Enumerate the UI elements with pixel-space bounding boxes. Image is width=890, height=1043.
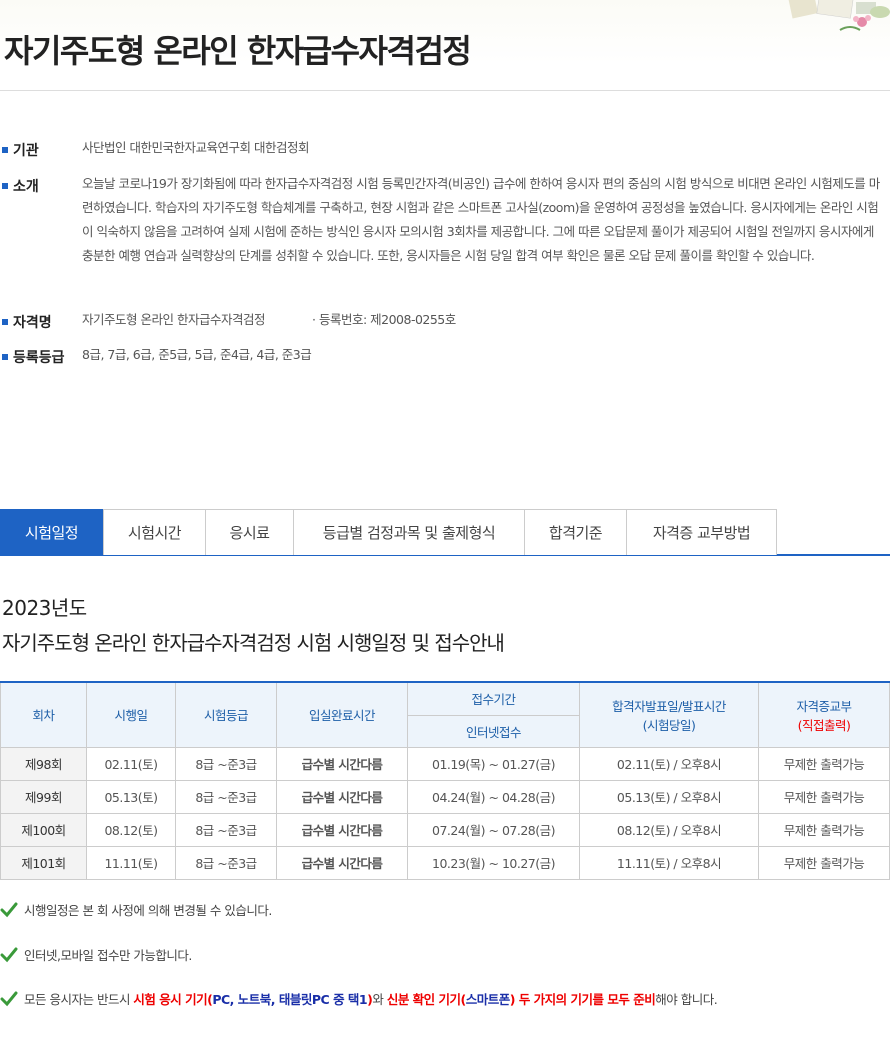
cell-date: 08.12(토) (86, 812, 176, 847)
info-value: 오늘날 코로나19가 장기화됨에 따라 한자급수자격검정 시험 등록민간자격(비… (82, 176, 880, 263)
info-value: 사단법인 대한민국한자교육연구회 대한검정회 (82, 140, 309, 155)
cell-entry: 급수별 시간다름 (276, 812, 408, 847)
table-row: 제100회 08.12(토) 8급 ~준3급 급수별 시간다름 07.24(월)… (0, 812, 890, 847)
note-text: 인터넷,모바일 접수만 가능합니다. (24, 948, 192, 963)
table-row: 제98회 02.11(토) 8급 ~준3급 급수별 시간다름 01.19(목) … (0, 746, 890, 781)
bullet-square-icon (2, 319, 8, 325)
tab-exam-time[interactable]: 시험시간 (103, 509, 206, 555)
info-label: 소개 (0, 176, 39, 196)
note-text: 모든 응시자는 반드시 시험 응시 기기(PC, 노트북, 태블릿PC 중 택1… (24, 992, 718, 1007)
bullet-square-icon (2, 354, 8, 360)
cell-round: 제100회 (0, 812, 87, 847)
page-header: 자기주도형 온라인 한자급수자격검정 (0, 0, 890, 91)
tab-subjects-format[interactable]: 등급별 검정과목 및 출제형식 (293, 509, 525, 555)
note-text: 시행일정은 본 회 사정에 의해 변경될 수 있습니다. (24, 903, 272, 918)
table-row: 제101회 11.11(토) 8급 ~준3급 급수별 시간다름 10.23(월)… (0, 845, 890, 880)
tab-pass-criteria[interactable]: 합격기준 (524, 509, 627, 555)
schedule-table: 회차 시행일 시험등급 입실완료시간 접수기간 합격자발표일/발표시간 (시험당… (0, 681, 890, 880)
cell-reception: 07.24(월) ~ 07.28(금) (407, 812, 580, 847)
schedule-title: 자기주도형 온라인 한자급수자격검정 시험 시행일정 및 접수안내 (2, 631, 505, 655)
cell-cert: 무제한 출력가능 (758, 845, 890, 880)
tab-certificate-issue[interactable]: 자격증 교부방법 (626, 509, 777, 555)
cell-round: 제98회 (0, 746, 87, 781)
cell-round: 제101회 (0, 845, 87, 880)
cell-result: 05.13(토) / 오후8시 (579, 779, 759, 814)
table-row: 제99회 05.13(토) 8급 ~준3급 급수별 시간다름 04.24(월) … (0, 779, 890, 814)
header-decoration-image (787, 0, 890, 31)
checkmark-icon (0, 902, 18, 917)
note-item: 인터넷,모바일 접수만 가능합니다. (0, 945, 192, 964)
checkmark-icon (0, 991, 18, 1006)
col-header-internet: 인터넷접수 (407, 714, 580, 748)
col-header-exam-date: 시행일 (86, 681, 176, 748)
cell-date: 02.11(토) (86, 746, 176, 781)
info-label: 등록등급 (0, 347, 65, 367)
note-item: 시행일정은 본 회 사정에 의해 변경될 수 있습니다. (0, 900, 272, 919)
cell-reception: 04.24(월) ~ 04.28(금) (407, 779, 580, 814)
cell-entry: 급수별 시간다름 (276, 779, 408, 814)
bullet-square-icon (2, 183, 8, 189)
cell-date: 05.13(토) (86, 779, 176, 814)
col-header-reception: 접수기간 (407, 681, 580, 716)
page-title: 자기주도형 온라인 한자급수자격검정 (4, 32, 472, 70)
cell-cert: 무제한 출력가능 (758, 779, 890, 814)
schedule-year: 2023년도 (2, 596, 87, 620)
tab-exam-schedule[interactable]: 시험일정 (0, 509, 103, 555)
checkmark-icon (0, 947, 18, 962)
col-header-entry-time: 입실완료시간 (276, 681, 408, 748)
col-header-grade: 시험등급 (175, 681, 277, 748)
col-header-certificate: 자격증교부 (직접출력) (758, 681, 890, 748)
info-label: 자격명 (0, 312, 52, 332)
cell-grade: 8급 ~준3급 (175, 845, 277, 880)
tab-bar: 시험일정 시험시간 응시료 등급별 검정과목 및 출제형식 합격기준 자격증 교… (0, 509, 890, 556)
cell-cert: 무제한 출력가능 (758, 812, 890, 847)
cell-result: 08.12(토) / 오후8시 (579, 812, 759, 847)
cell-cert: 무제한 출력가능 (758, 746, 890, 781)
cell-date: 11.11(토) (86, 845, 176, 880)
cell-round: 제99회 (0, 779, 87, 814)
cell-entry: 급수별 시간다름 (276, 746, 408, 781)
bullet-square-icon (2, 147, 8, 153)
cell-reception: 10.23(월) ~ 10.27(금) (407, 845, 580, 880)
cell-entry: 급수별 시간다름 (276, 845, 408, 880)
cell-result: 02.11(토) / 오후8시 (579, 746, 759, 781)
info-label: 기관 (0, 140, 39, 160)
cell-grade: 8급 ~준3급 (175, 812, 277, 847)
note-item: 모든 응시자는 반드시 시험 응시 기기(PC, 노트북, 태블릿PC 중 택1… (0, 989, 718, 1008)
cell-reception: 01.19(목) ~ 01.27(금) (407, 746, 580, 781)
cell-result: 11.11(토) / 오후8시 (579, 845, 759, 880)
col-header-round: 회차 (0, 681, 87, 748)
info-value: 8급, 7급, 6급, 준5급, 5급, 준4급, 4급, 준3급 (82, 347, 312, 362)
cell-grade: 8급 ~준3급 (175, 779, 277, 814)
tab-exam-fee[interactable]: 응시료 (205, 509, 294, 555)
col-header-result: 합격자발표일/발표시간 (시험당일) (579, 681, 759, 748)
cell-grade: 8급 ~준3급 (175, 746, 277, 781)
info-value: 자기주도형 온라인 한자급수자격검정 (82, 312, 265, 327)
registration-number: · 등록번호: 제2008-0255호 (312, 312, 456, 327)
